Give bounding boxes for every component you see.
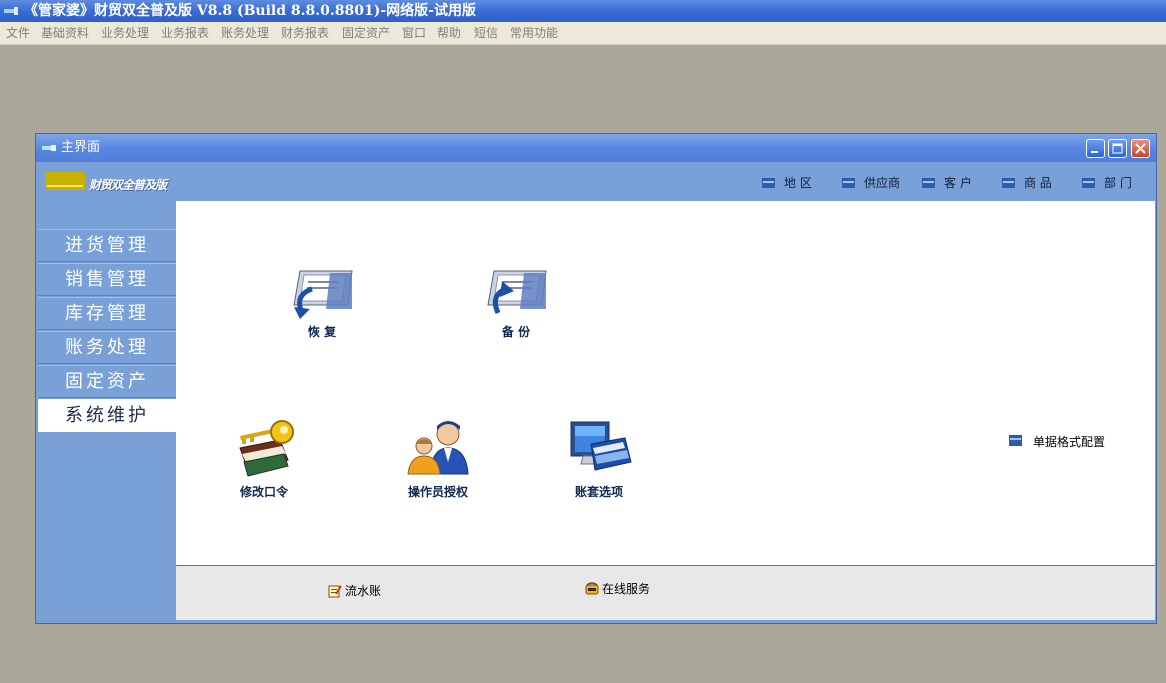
product-icon <box>1002 178 1015 188</box>
menu-business-processing[interactable]: 业务处理 <box>101 22 149 45</box>
header-band: 财贸双全普及版 地 区 供应商 客 户 商 品 部 门 <box>36 162 1156 202</box>
sidebar-item-label: 库存管理 <box>65 303 149 324</box>
minimize-icon <box>1091 151 1098 153</box>
operator-authorization-label: 操作员授权 <box>407 485 468 499</box>
operator-authorization-icon <box>407 421 469 475</box>
close-icon <box>1135 143 1146 154</box>
account-set-options-label: 账套选项 <box>574 485 623 499</box>
document-format-config-icon <box>1009 435 1022 446</box>
brand-logo <box>45 172 85 190</box>
online-service-label: 在线服务 <box>602 582 651 596</box>
menu-sms[interactable]: 短信 <box>474 22 498 45</box>
menu-business-reports[interactable]: 业务报表 <box>161 22 209 45</box>
restore-label: 恢 复 <box>307 325 337 339</box>
document-format-config-label: 单据格式配置 <box>1033 435 1106 449</box>
main-interface-window: 主界面 财贸双全普及版 地 区 供应商 客 户 商 品 部 门 进货管理 销售管… <box>35 133 1157 624</box>
menu-fixed-assets[interactable]: 固定资产 <box>342 22 390 45</box>
operator-authorization-button[interactable]: 操作员授权 <box>398 418 478 499</box>
change-password-button[interactable]: 修改口令 <box>224 418 304 499</box>
maximize-icon <box>1112 143 1123 154</box>
backup-icon <box>487 270 547 315</box>
sidebar-item-label: 账务处理 <box>65 337 149 358</box>
region-icon <box>762 178 775 188</box>
menu-financial-reports[interactable]: 财务报表 <box>281 22 329 45</box>
customer-icon <box>922 178 935 188</box>
shortcut-supplier-label: 供应商 <box>864 176 901 190</box>
supplier-icon <box>842 178 855 188</box>
sidebar-item-fixed-assets[interactable]: 固定资产 <box>38 365 176 398</box>
bottom-bar: 流水账 在线服务 <box>176 565 1155 620</box>
menu-basic-data[interactable]: 基础资料 <box>41 22 89 45</box>
sidebar-item-inventory[interactable]: 库存管理 <box>38 297 176 330</box>
minimize-button[interactable] <box>1086 139 1105 158</box>
app-titlebar: 《管家婆》财贸双全普及版 V8.8 (Build 8.8.0.8801)-网络版… <box>0 0 1166 22</box>
shortcut-product-label: 商 品 <box>1024 176 1052 190</box>
menubar: 文件 基础资料 业务处理 业务报表 账务处理 财务报表 固定资产 窗口 帮助 短… <box>0 22 1166 45</box>
restore-icon <box>293 270 353 319</box>
sidebar-item-label: 系统维护 <box>65 405 149 426</box>
sidebar-item-sales[interactable]: 销售管理 <box>38 263 176 296</box>
account-set-options-button[interactable]: 账套选项 <box>559 418 639 499</box>
menu-common-functions[interactable]: 常用功能 <box>510 22 558 45</box>
function-panel: 恢 复 备 份 修改口令 操作员授权 账套选项 单据格式配置 <box>176 201 1155 565</box>
sidebar-item-label: 进货管理 <box>65 235 149 256</box>
account-set-options-icon <box>570 421 632 471</box>
online-service-icon <box>585 582 599 595</box>
menu-window[interactable]: 窗口 <box>402 22 426 45</box>
menu-accounting[interactable]: 账务处理 <box>221 22 269 45</box>
menu-file[interactable]: 文件 <box>6 22 30 45</box>
sidebar-item-label: 销售管理 <box>65 269 149 290</box>
maximize-button[interactable] <box>1108 139 1127 158</box>
journal-label: 流水账 <box>345 584 382 598</box>
sidebar-item-label: 固定资产 <box>65 371 149 392</box>
app-title: 《管家婆》财贸双全普及版 V8.8 (Build 8.8.0.8801)-网络版… <box>24 3 476 19</box>
shortcut-region-label: 地 区 <box>784 176 812 190</box>
journal-icon <box>328 585 342 598</box>
sidebar-item-system-maintenance[interactable]: 系统维护 <box>38 399 176 432</box>
window-titlebar[interactable]: 主界面 <box>36 134 1156 162</box>
shortcut-customer-label: 客 户 <box>944 176 972 190</box>
backup-button[interactable]: 备 份 <box>476 263 556 343</box>
app-icon <box>4 7 18 15</box>
brand-text: 财贸双全普及版 <box>89 178 167 192</box>
shortcut-department-label: 部 门 <box>1104 176 1132 190</box>
backup-label: 备 份 <box>501 325 531 339</box>
sidebar-item-purchase[interactable]: 进货管理 <box>38 229 176 262</box>
menu-help[interactable]: 帮助 <box>437 22 461 45</box>
change-password-label: 修改口令 <box>239 485 288 499</box>
department-icon <box>1082 178 1095 188</box>
window-title: 主界面 <box>61 140 101 155</box>
window-icon <box>42 145 56 151</box>
restore-button[interactable]: 恢 复 <box>282 263 362 343</box>
close-button[interactable] <box>1131 139 1150 158</box>
sidebar-item-accounting[interactable]: 账务处理 <box>38 331 176 364</box>
change-password-icon <box>239 420 294 477</box>
